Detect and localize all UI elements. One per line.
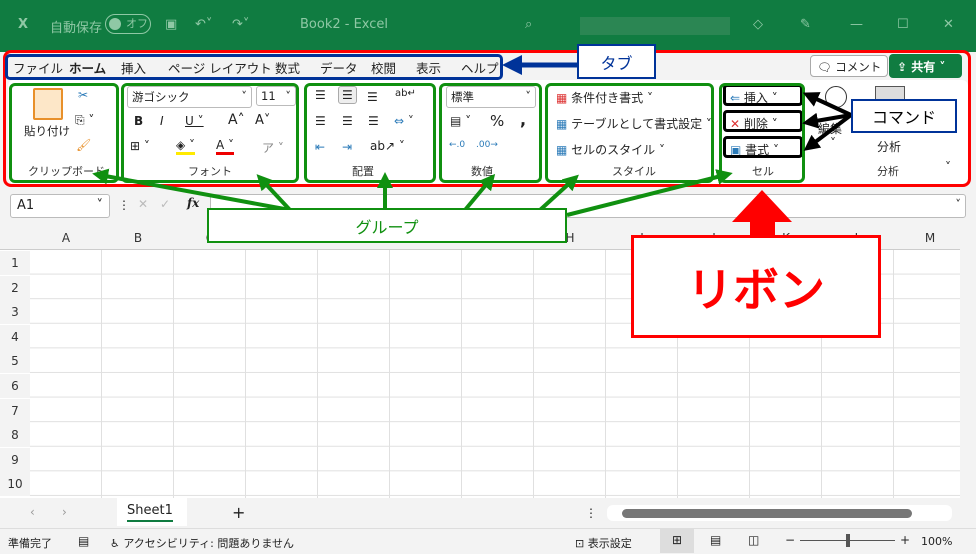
group-arrow: [92, 168, 291, 212]
group-callout: グループ: [207, 208, 567, 243]
group-arrow: [566, 169, 733, 217]
group-arrow: [538, 174, 579, 212]
tab-callout: タブ: [577, 44, 656, 79]
group-arrow: [463, 173, 496, 212]
ribbon-callout: リボン: [631, 235, 881, 338]
command-arrow: [802, 92, 852, 117]
command-callout: コマンド: [851, 99, 957, 133]
